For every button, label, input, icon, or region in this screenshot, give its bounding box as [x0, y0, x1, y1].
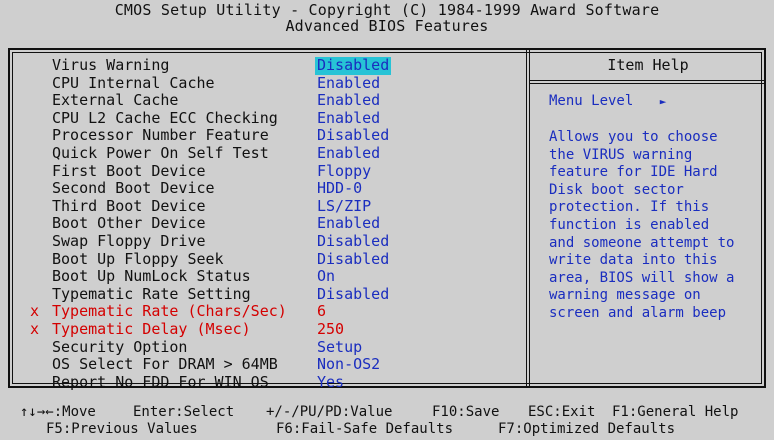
unavailable-mark-icon: x	[30, 319, 40, 338]
setting-label: Boot Up NumLock Status	[52, 267, 251, 286]
setting-value[interactable]: Disabled	[315, 56, 392, 75]
right-arrow-icon: ►	[659, 95, 667, 108]
setting-value[interactable]: On	[317, 268, 335, 286]
setting-label: Typematic Rate Setting	[52, 284, 251, 303]
setting-row[interactable]: Quick Power On Self Test Enabled	[30, 143, 526, 163]
help-text-line: feature for IDE Hard	[549, 164, 718, 181]
setting-value[interactable]: HDD-0	[317, 180, 362, 198]
help-text-line: area, BIOS will show a	[549, 269, 735, 286]
fail-safe-defaults-hint: F6:Fail-Safe Defaults	[276, 421, 454, 437]
select-hint: Enter:Select	[133, 404, 235, 420]
setting-value[interactable]: Enabled	[317, 92, 380, 110]
setting-value[interactable]: Floppy	[317, 162, 371, 181]
setting-value[interactable]: Disabled	[317, 250, 389, 269]
previous-values-hint: F5:Previous Values	[46, 421, 198, 437]
setting-label: Report No FDD For WIN OS	[52, 372, 269, 391]
setting-label: OS Select For DRAM > 64MB	[52, 355, 278, 374]
help-text-line: and someone attempt to	[549, 234, 735, 251]
setting-row[interactable]: OS Select For DRAM > 64MB Non-OS2	[30, 355, 526, 374]
setting-label: Virus Warning	[52, 56, 170, 74]
setting-value[interactable]: Enabled	[317, 109, 380, 128]
setting-value[interactable]: Enabled	[317, 144, 380, 163]
setting-row[interactable]: CPU L2 Cache ECC Checking Enabled	[30, 108, 526, 128]
setting-label: Processor Number Feature	[52, 126, 269, 145]
setting-row[interactable]: Second Boot Device HDD-0	[30, 180, 526, 198]
setting-label: Second Boot Device	[52, 179, 215, 198]
menu-level: Menu Level ►	[549, 93, 666, 111]
setting-label: Third Boot Device	[52, 196, 206, 215]
key-hints-line-2: F5:Previous Values F6:Fail-Safe Defaults F…	[0, 421, 774, 438]
bios-screen: CMOS Setup Utility - Copyright (C) 1984-…	[0, 0, 774, 440]
setting-row[interactable]: First Boot Device Floppy	[30, 161, 526, 181]
value-hint: +/-/PU/PD:Value	[266, 404, 393, 420]
setting-value[interactable]: Disabled	[317, 232, 389, 251]
help-text: Allows you to choose the VIRUS warning fea…	[549, 129, 761, 323]
setting-row[interactable]: Boot Up NumLock Status On	[30, 268, 526, 286]
bios-title: CMOS Setup Utility - Copyright (C) 1984-…	[114, 1, 660, 19]
setting-value[interactable]: Yes	[317, 373, 344, 392]
help-text-line: Disk boot sector	[549, 181, 684, 198]
setting-row[interactable]: Typematic Rate Setting Disabled	[30, 284, 526, 304]
setting-value: 250	[317, 319, 345, 338]
help-text-line: screen and alarm beep	[549, 304, 727, 321]
bios-header: CMOS Setup Utility - Copyright (C) 1984-…	[0, 2, 774, 34]
setting-row[interactable]: Virus Warning Disabled	[30, 56, 526, 75]
setting-label: CPU L2 Cache ECC Checking	[52, 108, 278, 127]
setting-label: Typematic Delay (Msec)	[52, 319, 251, 338]
setting-row[interactable]: External Cache Enabled	[30, 92, 526, 110]
menu-level-label: Menu Level	[549, 93, 634, 109]
setting-row[interactable]: Report No FDD For WIN OS Yes	[30, 372, 526, 392]
help-text-line: Allows you to choose	[549, 129, 718, 145]
setting-row: x Typematic Delay (Msec) 250	[30, 319, 526, 339]
setting-value[interactable]: Disabled	[317, 127, 389, 145]
save-hint: F10:Save	[432, 404, 500, 420]
setting-label: Quick Power On Self Test	[52, 143, 269, 162]
setting-value[interactable]: Enabled	[317, 215, 380, 233]
help-title-divider	[530, 80, 766, 84]
setting-row[interactable]: CPU Internal Cache Enabled	[30, 73, 526, 93]
key-hints-line-1: ↑↓→←:Move Enter:Select +/-/PU/PD:Value F10:…	[0, 404, 774, 421]
setting-row[interactable]: Swap Floppy Drive Disabled	[30, 231, 526, 251]
unavailable-mark-icon: x	[30, 302, 40, 321]
setting-row[interactable]: Third Boot Device LS/ZIP	[30, 196, 526, 216]
setting-row[interactable]: Boot Up Floppy Seek Disabled	[30, 249, 526, 269]
setting-label: First Boot Device	[52, 161, 206, 180]
page-title: Advanced BIOS Features	[285, 17, 489, 35]
setting-value[interactable]: Setup	[317, 338, 362, 357]
key-hints-footer: ↑↓→←:Move Enter:Select +/-/PU/PD:Value F10:…	[0, 404, 774, 438]
help-text-line: warning message on	[549, 287, 701, 304]
setting-label: CPU Internal Cache	[52, 73, 215, 92]
move-hint: ↑↓→←:Move	[20, 404, 96, 420]
exit-hint: ESC:Exit	[528, 404, 596, 420]
setting-value: 6	[317, 302, 327, 321]
settings-list: Virus Warning Disabled CPU Internal Cache E…	[30, 56, 526, 392]
help-text-line: the VIRUS warning	[549, 146, 693, 163]
help-text-line: protection. If this	[549, 199, 710, 216]
setting-label: External Cache	[52, 91, 179, 110]
setting-value[interactable]: Disabled	[317, 285, 389, 304]
setting-label: Boot Up Floppy Seek	[52, 249, 224, 268]
setting-row[interactable]: Processor Number Feature Disabled	[30, 127, 526, 145]
setting-value[interactable]: Enabled	[317, 74, 380, 93]
panel-divider	[526, 48, 530, 388]
general-help-hint: F1:General Help	[612, 404, 739, 420]
optimized-defaults-hint: F7:Optimized Defaults	[498, 421, 676, 437]
setting-row[interactable]: Boot Other Device Enabled	[30, 215, 526, 233]
help-text-line: write data into this	[549, 252, 718, 269]
setting-label: Boot Other Device	[52, 214, 206, 233]
setting-value[interactable]: LS/ZIP	[317, 197, 371, 216]
setting-value[interactable]: Non-OS2	[317, 355, 380, 374]
setting-label: Swap Floppy Drive	[52, 231, 206, 250]
setting-row[interactable]: Security Option Setup	[30, 337, 526, 357]
setting-row: x Typematic Rate (Chars/Sec) 6	[30, 303, 526, 321]
item-help-title: Item Help	[607, 56, 689, 74]
setting-label: Security Option	[52, 337, 188, 356]
setting-label: Typematic Rate (Chars/Sec)	[52, 302, 287, 321]
help-text-line: function is enabled	[549, 216, 710, 233]
